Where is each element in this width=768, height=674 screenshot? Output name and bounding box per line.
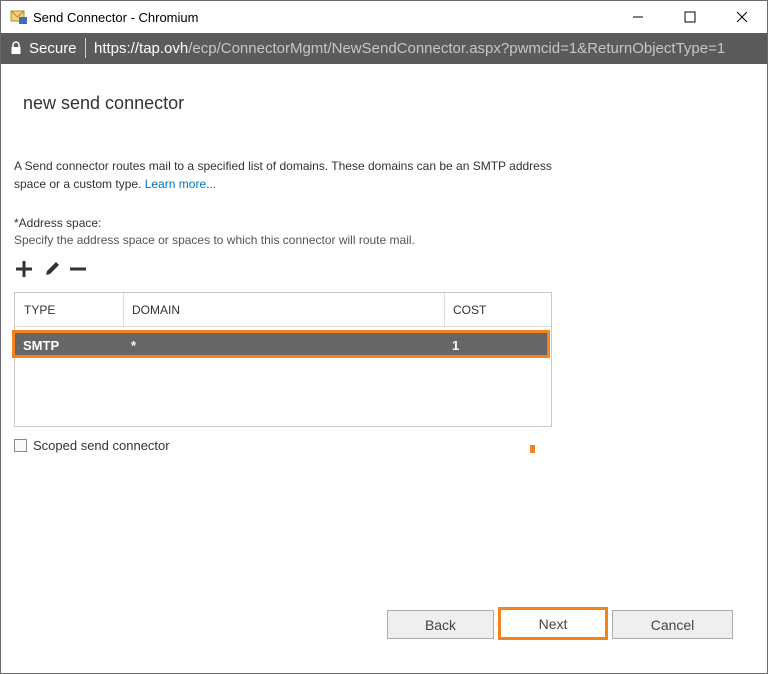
window-title: Send Connector - Chromium bbox=[33, 10, 199, 25]
lock-icon bbox=[11, 41, 21, 54]
learn-more-link[interactable]: Learn more... bbox=[145, 177, 216, 191]
cell-type: SMTP bbox=[23, 338, 60, 353]
url-text[interactable]: https://tap.ovh/ecp/ConnectorMgmt/NewSen… bbox=[94, 40, 725, 57]
close-button[interactable] bbox=[719, 1, 765, 33]
address-bar[interactable]: Secure https://tap.ovh/ecp/ConnectorMgmt… bbox=[0, 33, 768, 64]
column-divider bbox=[123, 293, 124, 326]
url-path: /ecp/ConnectorMgmt/NewSendConnector.aspx… bbox=[188, 40, 726, 57]
maximize-icon bbox=[684, 11, 696, 23]
cell-cost: 1 bbox=[452, 338, 460, 353]
next-button[interactable]: Next bbox=[498, 607, 608, 640]
scoped-label: Scoped send connector bbox=[33, 438, 170, 453]
secure-label: Secure bbox=[29, 40, 77, 57]
page-title: new send connector bbox=[23, 93, 185, 113]
column-header-type[interactable]: TYPE bbox=[24, 303, 55, 317]
column-header-domain[interactable]: DOMAIN bbox=[132, 303, 180, 317]
cancel-button[interactable]: Cancel bbox=[612, 610, 733, 639]
plus-icon bbox=[16, 261, 32, 277]
address-space-label: *Address space: bbox=[14, 216, 102, 230]
highlight-marker bbox=[530, 445, 535, 453]
pencil-icon bbox=[46, 262, 59, 275]
mail-connector-icon bbox=[10, 10, 27, 24]
url-divider bbox=[85, 38, 86, 58]
column-divider bbox=[444, 293, 445, 326]
window-titlebar: Send Connector - Chromium bbox=[0, 0, 768, 33]
minimize-button[interactable] bbox=[615, 1, 661, 33]
minimize-icon bbox=[633, 16, 643, 18]
address-space-help: Specify the address space or spaces to w… bbox=[14, 233, 415, 247]
connector-description: A Send connector routes mail to a specif… bbox=[14, 157, 554, 193]
description-text: A Send connector routes mail to a specif… bbox=[14, 159, 552, 191]
table-row[interactable]: SMTP * 1 bbox=[12, 330, 550, 358]
back-button[interactable]: Back bbox=[387, 610, 494, 639]
column-header-cost[interactable]: COST bbox=[453, 303, 486, 317]
cell-domain: * bbox=[131, 338, 137, 353]
grid-header: TYPE DOMAIN COST bbox=[15, 293, 551, 327]
maximize-button[interactable] bbox=[667, 1, 713, 33]
scoped-checkbox[interactable] bbox=[14, 439, 27, 452]
add-button[interactable] bbox=[14, 259, 36, 279]
minus-icon bbox=[70, 267, 86, 271]
url-host: https://tap.ovh bbox=[94, 40, 189, 57]
edit-button[interactable] bbox=[42, 259, 64, 279]
close-icon bbox=[736, 11, 748, 23]
address-space-grid: TYPE DOMAIN COST SMTP * 1 bbox=[12, 292, 552, 427]
remove-button[interactable] bbox=[68, 259, 90, 279]
